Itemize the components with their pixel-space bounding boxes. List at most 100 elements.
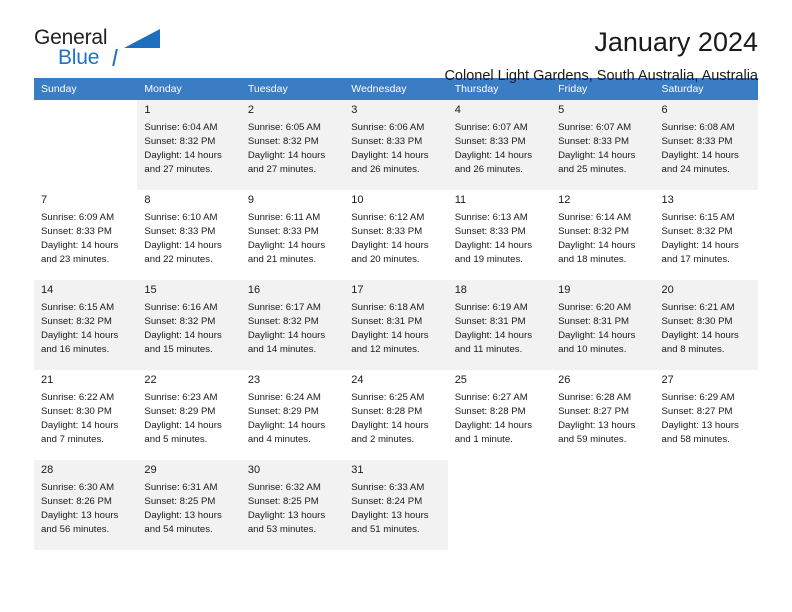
calendar-day-cell[interactable]: 11 Sunrise: 6:13 AM Sunset: 8:33 PM Dayl… [447, 190, 552, 280]
calendar-day-cell[interactable]: 10 Sunrise: 6:12 AM Sunset: 8:33 PM Dayl… [344, 190, 448, 280]
day-number: 12 [558, 194, 571, 206]
day-sun-info: Sunrise: 6:20 AM Sunset: 8:31 PM Dayligh… [558, 302, 636, 355]
calendar-day-cell[interactable]: 30 Sunrise: 6:32 AM Sunset: 8:25 PM Dayl… [240, 460, 345, 550]
sunrise-sunset-calendar: Sunday Monday Tuesday Wednesday Thursday… [34, 78, 758, 550]
page-header: General Blue January 2024 Colonel Light … [34, 0, 758, 84]
day-sun-info: Sunrise: 6:16 AM Sunset: 8:32 PM Dayligh… [144, 302, 222, 355]
calendar-day-cell[interactable]: 17 Sunrise: 6:18 AM Sunset: 8:31 PM Dayl… [344, 280, 448, 370]
day-sun-info: Sunrise: 6:13 AM Sunset: 8:33 PM Dayligh… [454, 212, 533, 265]
calendar-day-cell-empty [447, 460, 552, 550]
day-sun-info: Sunrise: 6:27 AM Sunset: 8:28 PM Dayligh… [454, 392, 533, 445]
calendar-day-cell[interactable]: 2 Sunrise: 6:05 AM Sunset: 8:32 PM Dayli… [240, 100, 345, 190]
calendar-week-row: 14 Sunrise: 6:15 AM Sunset: 8:32 PM Dayl… [34, 280, 758, 370]
day-number: 10 [351, 194, 364, 206]
day-sun-info: Sunrise: 6:14 AM Sunset: 8:32 PM Dayligh… [558, 212, 636, 265]
day-sun-info: Sunrise: 6:09 AM Sunset: 8:33 PM Dayligh… [41, 212, 119, 265]
calendar-day-cell[interactable]: 13 Sunrise: 6:15 AM Sunset: 8:32 PM Dayl… [654, 190, 758, 280]
calendar-day-cell[interactable]: 3 Sunrise: 6:06 AM Sunset: 8:33 PM Dayli… [344, 100, 448, 190]
day-number: 25 [454, 374, 467, 386]
day-number: 2 [247, 104, 254, 116]
day-sun-info: Sunrise: 6:22 AM Sunset: 8:30 PM Dayligh… [41, 392, 119, 445]
calendar-day-cell[interactable]: 29 Sunrise: 6:31 AM Sunset: 8:25 PM Dayl… [137, 460, 241, 550]
calendar-day-cell-empty [34, 100, 137, 190]
day-number: 15 [144, 284, 157, 296]
calendar-day-cell[interactable]: 27 Sunrise: 6:29 AM Sunset: 8:27 PM Dayl… [654, 370, 758, 460]
calendar-day-cell[interactable]: 19 Sunrise: 6:20 AM Sunset: 8:31 PM Dayl… [551, 280, 655, 370]
day-sun-info: Sunrise: 6:29 AM Sunset: 8:27 PM Dayligh… [661, 392, 739, 445]
calendar-day-cell[interactable]: 26 Sunrise: 6:28 AM Sunset: 8:27 PM Dayl… [551, 370, 655, 460]
triangle-logo-icon [124, 29, 160, 48]
calendar-day-cell[interactable]: 23 Sunrise: 6:24 AM Sunset: 8:29 PM Dayl… [240, 370, 345, 460]
calendar-day-cell[interactable]: 1 Sunrise: 6:04 AM Sunset: 8:32 PM Dayli… [137, 100, 241, 190]
calendar-day-cell-empty [654, 460, 758, 550]
general-blue-logo[interactable]: General Blue [34, 26, 164, 72]
day-number: 5 [558, 104, 565, 116]
calendar-day-cell[interactable]: 7 Sunrise: 6:09 AM Sunset: 8:33 PM Dayli… [34, 190, 138, 280]
day-sun-info: Sunrise: 6:18 AM Sunset: 8:31 PM Dayligh… [351, 302, 429, 355]
day-number: 4 [454, 104, 461, 116]
weekday-header-wednesday: Wednesday [344, 78, 448, 100]
day-number: 27 [661, 374, 674, 386]
day-sun-info: Sunrise: 6:17 AM Sunset: 8:32 PM Dayligh… [247, 302, 326, 355]
weekday-header-sunday: Sunday [34, 78, 138, 100]
day-sun-info: Sunrise: 6:33 AM Sunset: 8:24 PM Dayligh… [351, 482, 429, 535]
day-sun-info: Sunrise: 6:32 AM Sunset: 8:25 PM Dayligh… [247, 482, 326, 535]
day-number: 11 [454, 194, 467, 206]
calendar-day-cell-empty [551, 460, 655, 550]
calendar-day-cell[interactable]: 22 Sunrise: 6:23 AM Sunset: 8:29 PM Dayl… [137, 370, 241, 460]
day-number: 31 [351, 464, 364, 476]
calendar-day-cell[interactable]: 8 Sunrise: 6:10 AM Sunset: 8:33 PM Dayli… [137, 190, 241, 280]
day-sun-info: Sunrise: 6:11 AM Sunset: 8:33 PM Dayligh… [247, 212, 326, 265]
day-number: 24 [351, 374, 364, 386]
day-number: 8 [144, 194, 151, 206]
calendar-day-cell[interactable]: 18 Sunrise: 6:19 AM Sunset: 8:31 PM Dayl… [447, 280, 552, 370]
title-block: January 2024 Colonel Light Gardens, Sout… [444, 26, 758, 86]
day-number: 20 [661, 284, 674, 296]
day-number: 16 [247, 284, 261, 296]
day-number: 6 [661, 104, 668, 116]
day-number: 18 [454, 284, 467, 296]
day-sun-info: Sunrise: 6:19 AM Sunset: 8:31 PM Dayligh… [454, 302, 533, 355]
calendar-day-cell[interactable]: 25 Sunrise: 6:27 AM Sunset: 8:28 PM Dayl… [447, 370, 552, 460]
weekday-header-monday: Monday [137, 78, 241, 100]
day-sun-info: Sunrise: 6:31 AM Sunset: 8:25 PM Dayligh… [144, 482, 222, 535]
day-number: 3 [351, 104, 358, 116]
calendar-day-cell[interactable]: 21 Sunrise: 6:22 AM Sunset: 8:30 PM Dayl… [34, 370, 138, 460]
calendar-day-cell[interactable]: 24 Sunrise: 6:25 AM Sunset: 8:28 PM Dayl… [344, 370, 448, 460]
calendar-week-row: 7 Sunrise: 6:09 AM Sunset: 8:33 PM Dayli… [34, 190, 758, 280]
day-number: 9 [247, 194, 254, 206]
calendar-page: General Blue January 2024 Colonel Light … [0, 0, 792, 612]
calendar-day-cell[interactable]: 31 Sunrise: 6:33 AM Sunset: 8:24 PM Dayl… [344, 460, 448, 550]
calendar-day-cell[interactable]: 6 Sunrise: 6:08 AM Sunset: 8:33 PM Dayli… [654, 100, 758, 190]
day-number: 7 [41, 194, 48, 206]
calendar-day-cell[interactable]: 28 Sunrise: 6:30 AM Sunset: 8:26 PM Dayl… [34, 460, 138, 550]
day-sun-info: Sunrise: 6:08 AM Sunset: 8:33 PM Dayligh… [661, 122, 739, 175]
day-sun-info: Sunrise: 6:30 AM Sunset: 8:26 PM Dayligh… [41, 482, 119, 535]
calendar-week-row: 28 Sunrise: 6:30 AM Sunset: 8:26 PM Dayl… [34, 460, 758, 550]
calendar-day-cell[interactable]: 9 Sunrise: 6:11 AM Sunset: 8:33 PM Dayli… [240, 190, 345, 280]
calendar-day-cell[interactable]: 16 Sunrise: 6:17 AM Sunset: 8:32 PM Dayl… [240, 280, 345, 370]
day-sun-info: Sunrise: 6:06 AM Sunset: 8:33 PM Dayligh… [351, 122, 429, 175]
day-sun-info: Sunrise: 6:15 AM Sunset: 8:32 PM Dayligh… [661, 212, 739, 265]
day-sun-info: Sunrise: 6:23 AM Sunset: 8:29 PM Dayligh… [144, 392, 222, 445]
calendar-day-cell[interactable]: 20 Sunrise: 6:21 AM Sunset: 8:30 PM Dayl… [654, 280, 758, 370]
day-sun-info: Sunrise: 6:15 AM Sunset: 8:32 PM Dayligh… [41, 302, 119, 355]
day-number: 28 [41, 464, 54, 476]
logo-text-blue: Blue [58, 46, 100, 69]
logo-slash-icon [112, 49, 118, 66]
day-number: 14 [41, 284, 54, 296]
calendar-day-cell[interactable]: 14 Sunrise: 6:15 AM Sunset: 8:32 PM Dayl… [34, 280, 138, 370]
day-number: 30 [247, 464, 261, 476]
day-number: 26 [558, 374, 571, 386]
day-number: 19 [558, 284, 571, 296]
day-sun-info: Sunrise: 6:04 AM Sunset: 8:32 PM Dayligh… [144, 122, 222, 175]
calendar-day-cell[interactable]: 15 Sunrise: 6:16 AM Sunset: 8:32 PM Dayl… [137, 280, 241, 370]
calendar-day-cell[interactable]: 12 Sunrise: 6:14 AM Sunset: 8:32 PM Dayl… [551, 190, 655, 280]
calendar-day-cell[interactable]: 4 Sunrise: 6:07 AM Sunset: 8:33 PM Dayli… [447, 100, 552, 190]
day-number: 23 [247, 374, 261, 386]
day-number: 1 [144, 104, 151, 116]
calendar-day-cell[interactable]: 5 Sunrise: 6:07 AM Sunset: 8:33 PM Dayli… [551, 100, 655, 190]
page-title: January 2024 [594, 27, 758, 57]
day-sun-info: Sunrise: 6:24 AM Sunset: 8:29 PM Dayligh… [247, 392, 326, 445]
day-sun-info: Sunrise: 6:12 AM Sunset: 8:33 PM Dayligh… [351, 212, 429, 265]
